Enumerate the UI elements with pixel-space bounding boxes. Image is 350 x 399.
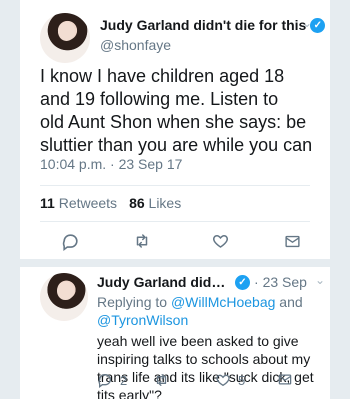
- mention-link[interactable]: @WillMcHoebag: [171, 294, 275, 310]
- reply-time-value: 23 Sep: [262, 274, 307, 290]
- like-count: 5: [238, 372, 246, 388]
- retweet-count: 11: [40, 195, 55, 211]
- reply-actions: 2 5: [97, 372, 317, 388]
- chevron-down-icon[interactable]: ⌄: [302, 17, 314, 29]
- replying-to: Replying to @WillMcHoebag and @TyronWils…: [97, 293, 317, 329]
- tweet-thread: Judy Garland didn't die for this ✓ @shon…: [20, 0, 330, 399]
- retweet-icon: [156, 374, 167, 386]
- retweet-icon[interactable]: [132, 231, 152, 251]
- reply-text: yeah well ive been asked to give inspiri…: [97, 333, 314, 399]
- like-icon: [216, 374, 230, 387]
- retweet-action[interactable]: [153, 372, 170, 388]
- replying-to-prefix: Replying to: [97, 294, 168, 310]
- direct-message-icon[interactable]: [282, 231, 302, 251]
- reply-author-avatar[interactable]: [40, 273, 88, 321]
- like-action[interactable]: 5: [215, 372, 245, 388]
- author-name-row: Judy Garland didn't die for this ✓: [100, 15, 326, 35]
- tweet-text: I know I have children aged 18 and 19 fo…: [40, 66, 313, 155]
- mention-link[interactable]: @TyronWilson: [97, 312, 188, 328]
- mention-join: and: [279, 294, 303, 310]
- like-stat[interactable]: 86 Likes: [129, 195, 181, 211]
- reply-author-display-name[interactable]: Judy Garland didn't die f...: [97, 274, 231, 290]
- reply-icon[interactable]: [60, 231, 80, 251]
- direct-message-icon: [278, 374, 292, 385]
- reply-verified-badge-icon: ✓: [235, 274, 250, 290]
- reply-count: 2: [120, 372, 128, 388]
- reply-action[interactable]: 2: [97, 372, 127, 388]
- message-action[interactable]: [277, 372, 293, 387]
- reply-icon: [98, 374, 112, 388]
- stats-divider-bottom: [40, 221, 310, 222]
- author-handle[interactable]: @shonfaye: [100, 37, 310, 53]
- thread-divider: [20, 259, 330, 267]
- tweet-stats: 11 Retweets 86 Likes: [40, 195, 181, 211]
- tweet-actions: [60, 231, 300, 251]
- reply-time[interactable]: · 23 Sep: [254, 274, 307, 290]
- stats-divider-top: [40, 185, 310, 186]
- reply-chevron-down-icon[interactable]: ⌄: [315, 273, 325, 287]
- like-count: 86: [129, 195, 145, 211]
- like-label: Likes: [148, 195, 182, 211]
- reply-header: Judy Garland didn't die f... ✓ · 23 Sep …: [97, 272, 325, 292]
- like-icon[interactable]: [210, 231, 230, 251]
- author-avatar[interactable]: [40, 13, 90, 63]
- retweet-label: Retweets: [58, 195, 118, 211]
- author-display-name[interactable]: Judy Garland didn't die for this: [100, 17, 306, 33]
- tweet-timestamp[interactable]: 10:04 p.m. · 23 Sep 17: [40, 156, 182, 172]
- tweet-header: Judy Garland didn't die for this ✓ @shon…: [100, 15, 326, 53]
- retweet-stat[interactable]: 11 Retweets: [40, 195, 117, 211]
